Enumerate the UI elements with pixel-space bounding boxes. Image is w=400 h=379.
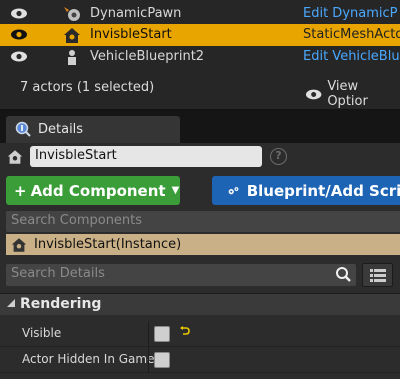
expand-triangle-icon — [7, 299, 15, 307]
tab-details-label: Details — [38, 122, 84, 137]
details-panel: InvisbleStart ? + Add Component ▼ Bluepr… — [0, 143, 400, 379]
category-label: Rendering — [20, 296, 102, 312]
column-divider[interactable] — [148, 321, 149, 347]
outliner-row-name: InvisbleStart — [90, 27, 172, 42]
search-components-input[interactable]: Search Components — [6, 211, 400, 232]
outliner-row-name: VehicleBlueprint2 — [90, 49, 205, 64]
outliner-row-type[interactable]: Edit DynamicP — [303, 6, 397, 21]
outliner-row-type[interactable]: Edit VehicleBlu — [303, 49, 400, 64]
component-instance-row[interactable]: InvisbleStart(Instance) — [6, 234, 400, 255]
tab-details[interactable]: Details — [6, 116, 180, 143]
category-rendering[interactable]: Rendering — [0, 293, 400, 315]
outliner-row[interactable]: DynamicPawn Edit DynamicP — [0, 3, 400, 25]
eye-icon — [305, 89, 322, 99]
eye-icon[interactable] — [10, 51, 28, 62]
gears-icon — [228, 186, 239, 194]
property-matrix-button[interactable] — [362, 263, 393, 287]
pawn-icon — [64, 7, 80, 21]
player-start-icon — [11, 238, 27, 252]
property-row-actor-hidden-in-game: Actor Hidden In Game — [0, 347, 400, 373]
help-icon[interactable]: ? — [270, 148, 287, 165]
player-start-icon — [64, 28, 80, 43]
instance-label: InvisbleStart(Instance) — [34, 237, 182, 252]
outliner-row-name: DynamicPawn — [90, 6, 182, 21]
eye-icon[interactable] — [10, 8, 28, 19]
blueprint-label: Blueprint/Add Scrip — [246, 181, 400, 200]
search-details-input[interactable]: Search Details — [6, 264, 356, 286]
outliner-row[interactable]: VehicleBlueprint2 Edit VehicleBlu — [0, 46, 400, 68]
outliner-row-type: StaticMeshActo — [303, 27, 400, 42]
reset-to-default-icon[interactable] — [180, 326, 190, 336]
property-row-visible: Visible — [0, 321, 400, 347]
view-options-label: View Optior — [327, 79, 368, 109]
add-component-label: Add Component — [30, 181, 166, 200]
details-tab-bar: Details — [0, 110, 400, 143]
player-start-icon — [7, 150, 23, 164]
blueprint-add-script-button[interactable]: Blueprint/Add Scrip — [212, 176, 400, 205]
add-component-button[interactable]: + Add Component ▼ — [6, 176, 180, 205]
actor-hidden-in-game-checkbox[interactable] — [154, 352, 170, 368]
property-label: Actor Hidden In Game — [22, 352, 155, 366]
actor-name-row: InvisbleStart ? — [0, 143, 400, 172]
search-icon[interactable] — [335, 266, 352, 283]
column-divider[interactable] — [148, 347, 149, 373]
outliner-row-selected[interactable]: InvisbleStart StaticMeshActo — [0, 24, 400, 46]
actor-count: 7 actors (1 selected) — [20, 80, 155, 95]
outliner-status-bar: 7 actors (1 selected) View Optior — [0, 68, 400, 110]
search-details-placeholder: Search Details — [11, 266, 105, 281]
chevron-down-icon: ▼ — [171, 185, 180, 196]
plus-icon: + — [14, 181, 27, 200]
info-magnifier-icon — [15, 121, 31, 137]
actor-name-input[interactable]: InvisbleStart — [30, 146, 262, 167]
vehicle-icon — [68, 50, 76, 65]
world-outliner: DynamicPawn Edit DynamicP InvisbleStart … — [0, 0, 400, 68]
visible-checkbox[interactable] — [154, 326, 170, 342]
property-label: Visible — [22, 326, 62, 340]
list-view-icon — [370, 269, 386, 282]
eye-icon[interactable] — [10, 29, 28, 40]
view-options-button[interactable]: View Optior — [305, 79, 400, 109]
